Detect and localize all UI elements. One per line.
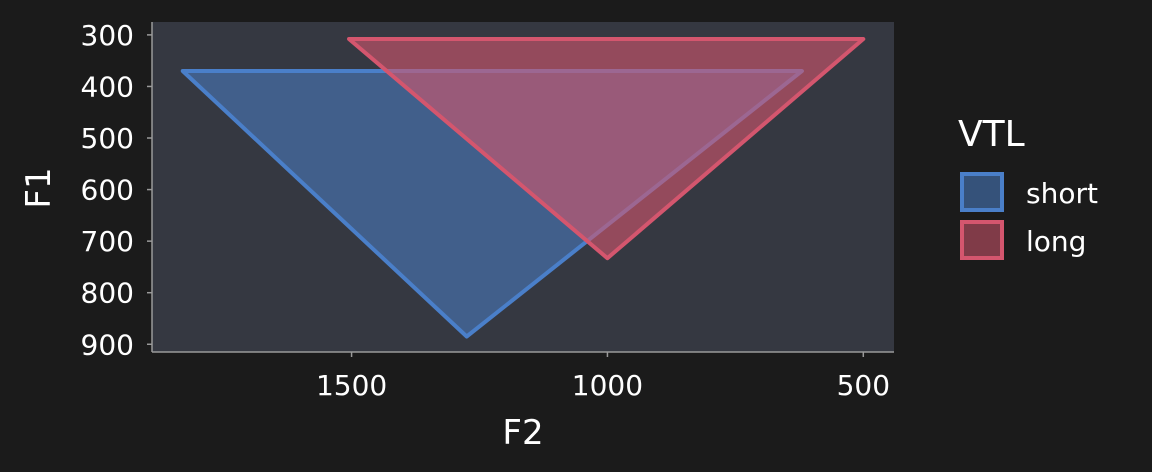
legend-label-short: short (1026, 177, 1098, 210)
vowel-chart: 1500 1000 500 300400500600700800900 F2 F1 … (0, 0, 1152, 472)
x-tick-label: 1000 (572, 369, 643, 402)
legend-label-long: long (1026, 225, 1086, 258)
y-tick-label: 600 (81, 174, 134, 207)
y-tick-label: 700 (81, 225, 134, 258)
x-tick-label: 1500 (316, 369, 387, 402)
y-axis-title: F1 (19, 167, 59, 208)
y-tick-label: 900 (81, 328, 134, 361)
y-tick-label: 800 (81, 277, 134, 310)
x-axis-title: F2 (502, 413, 543, 453)
x-tick-label: 500 (837, 369, 890, 402)
legend-swatch-long (960, 220, 1004, 260)
y-tick-label: 300 (81, 19, 134, 52)
y-tick-label: 400 (81, 70, 134, 103)
legend-title: VTL (958, 114, 1025, 155)
y-tick-label: 500 (81, 122, 134, 155)
legend-swatch-short (960, 172, 1004, 212)
